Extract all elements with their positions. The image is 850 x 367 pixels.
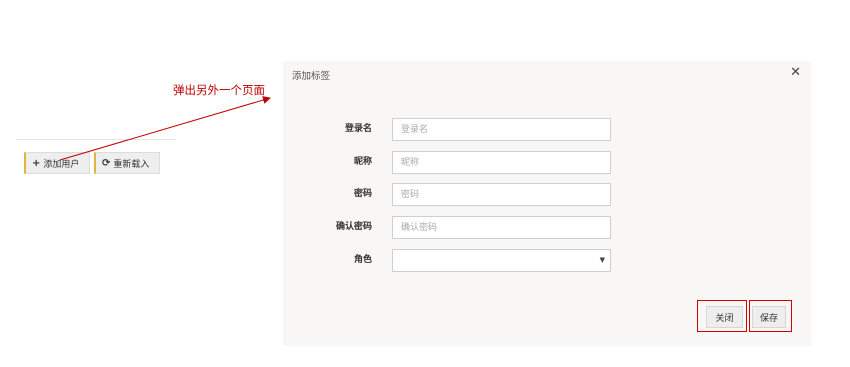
confirm-password-label: 确认密码 <box>335 222 372 232</box>
form-row-confirm-password: 确认密码 <box>283 216 811 239</box>
refresh-icon: ⟳ <box>102 157 111 169</box>
save-button[interactable]: 保存 <box>752 306 786 328</box>
form-row-login: 登录名 <box>283 118 811 141</box>
login-input[interactable] <box>392 118 611 141</box>
nickname-label: 昵称 <box>353 157 372 167</box>
password-input[interactable] <box>392 183 611 206</box>
add-dialog: 添加标签 ✕ 登录名 昵称 密码 确认密码 角色 ▼ 关闭 保存 <box>283 61 811 346</box>
password-label: 密码 <box>353 189 372 199</box>
screen: + 添加用户 ⟳ 重新载入 弹出另外一个页面 添加标签 ✕ 登录名 昵称 密码 <box>0 0 850 367</box>
form-row-role: 角色 ▼ <box>283 249 811 272</box>
confirm-password-input[interactable] <box>392 216 611 239</box>
reload-button[interactable]: ⟳ 重新载入 <box>94 152 160 174</box>
add-user-label: 添加用户 <box>43 159 80 170</box>
divider <box>16 139 176 140</box>
nickname-input[interactable] <box>392 151 611 174</box>
add-user-button[interactable]: + 添加用户 <box>24 152 90 174</box>
caret-down-icon: ▼ <box>599 256 605 264</box>
plus-icon: + <box>32 157 41 169</box>
login-label: 登录名 <box>344 124 372 134</box>
dialog-title: 添加标签 <box>292 71 331 82</box>
annotation-text: 弹出另外一个页面 <box>173 83 265 97</box>
close-icon[interactable]: ✕ <box>790 66 801 80</box>
close-button[interactable]: 关闭 <box>706 306 743 328</box>
role-select[interactable]: ▼ <box>392 249 611 272</box>
form-row-password: 密码 <box>283 183 811 206</box>
reload-label: 重新载入 <box>113 159 150 170</box>
role-label: 角色 <box>353 255 372 265</box>
form-row-nickname: 昵称 <box>283 151 811 174</box>
